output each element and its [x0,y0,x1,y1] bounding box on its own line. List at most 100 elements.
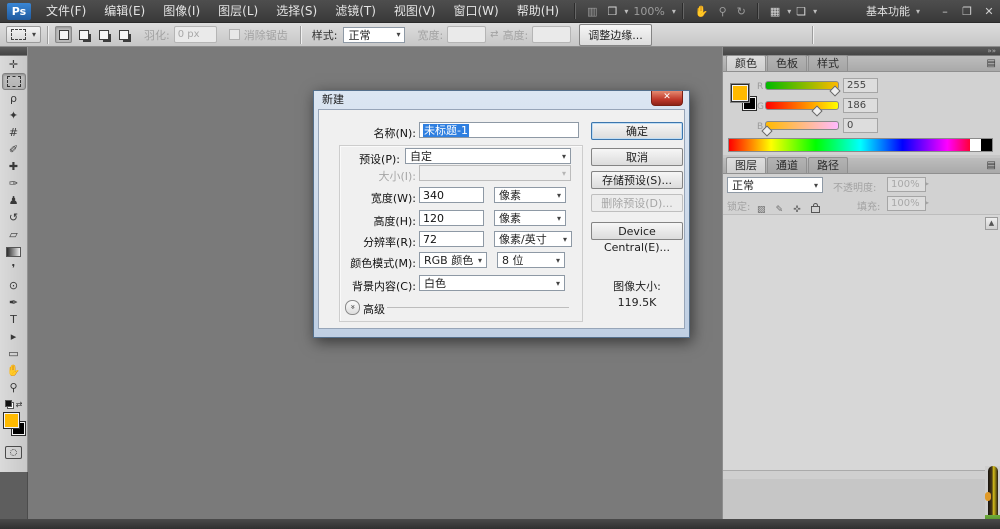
lasso-tool[interactable]: ρ [2,90,26,107]
dialog-close-button[interactable]: ✕ [651,91,683,106]
name-input[interactable]: 未标题-1 [419,122,579,138]
green-value-input[interactable]: 186 [843,98,878,113]
quick-selection-tool[interactable]: ✦ [2,107,26,124]
spectrum-white-swatch[interactable] [970,139,981,151]
type-tool[interactable]: T [2,311,26,328]
zoom-tool[interactable]: ⚲ [2,379,26,396]
advanced-toggle-button[interactable]: » [345,300,360,315]
default-colors-icon[interactable] [5,400,14,409]
tab-channels[interactable]: 通道 [767,157,807,173]
menu-select[interactable]: 选择(S) [267,0,326,23]
rotate-view-icon[interactable]: ↻ [732,5,751,18]
color-spectrum-ramp[interactable] [728,138,993,152]
hand-tool[interactable]: ✋ [2,362,26,379]
background-contents-dropdown[interactable]: 白色 [419,275,565,291]
blur-tool[interactable]: ❜ [2,260,26,277]
lock-all-icon[interactable] [811,206,820,213]
tab-swatches[interactable]: 色板 [767,55,807,71]
clone-stamp-tool[interactable]: ♟ [2,192,26,209]
fill-input[interactable]: 100% [887,196,926,211]
menu-file[interactable]: 文件(F) [37,0,95,23]
menu-view[interactable]: 视图(V) [385,0,445,23]
anti-alias-checkbox[interactable] [229,29,240,40]
crop-tool[interactable]: # [2,124,26,141]
size-dropdown[interactable] [419,165,571,181]
height-unit-dropdown[interactable]: 像素 [494,210,566,226]
menu-image[interactable]: 图像(I) [154,0,209,23]
blue-slider-track[interactable] [765,121,839,130]
fill-arrow-icon[interactable]: ▸ [925,198,929,207]
cancel-button[interactable]: 取消 [591,148,683,166]
tool-preset-picker[interactable]: ▾ [6,26,41,43]
height-input[interactable] [532,26,571,43]
menu-help[interactable]: 帮助(H) [508,0,568,23]
height-input[interactable]: 120 [419,210,484,226]
minimize-button[interactable]: – [934,0,956,23]
blue-value-input[interactable]: 0 [843,118,878,133]
photoshop-logo-icon[interactable]: Ps [7,3,31,20]
resolution-unit-dropdown[interactable]: 像素/英寸 [494,231,572,247]
bit-depth-dropdown[interactable]: 8 位 [497,252,565,268]
blend-mode-dropdown[interactable]: 正常 [727,177,823,193]
tab-paths[interactable]: 路径 [808,157,848,173]
arrange-documents-icon[interactable]: ▦ [765,5,785,18]
tab-color[interactable]: 颜色 [726,55,766,71]
screen-mode-icon[interactable]: ❏ [791,5,811,18]
close-button[interactable]: ✕ [978,0,1000,23]
add-to-selection-mode-button[interactable] [75,26,92,43]
green-slider-track[interactable] [765,101,839,110]
path-selection-tool[interactable]: ▸ [2,328,26,345]
red-value-input[interactable]: 255 [843,78,878,93]
spot-healing-brush-tool[interactable]: ✚ [2,158,26,175]
quick-mask-button[interactable] [5,446,22,459]
panel-foreground-color-swatch[interactable] [731,84,749,102]
eyedropper-tool[interactable]: ✐ [2,141,26,158]
workspace-switcher[interactable]: 基本功能 ▾ [866,3,920,19]
launch-bridge-icon[interactable]: ▥ [582,5,602,18]
gradient-tool[interactable] [2,243,26,260]
refine-edge-button[interactable]: 调整边缘... [579,24,652,46]
eraser-tool[interactable]: ▱ [2,226,26,243]
intersect-selection-mode-button[interactable] [115,26,132,43]
spectrum-black-swatch[interactable] [981,139,992,151]
rectangular-marquee-tool[interactable] [2,73,26,90]
move-tool[interactable]: ✛ [2,56,26,73]
layers-list[interactable]: ▲ [723,214,1000,470]
style-dropdown[interactable]: 正常 [343,27,405,43]
red-slider-track[interactable] [765,81,839,90]
panel-menu-icon[interactable]: ▤ [987,58,996,69]
opacity-arrow-icon[interactable]: ▸ [925,179,929,188]
new-selection-mode-button[interactable] [55,26,72,43]
color-mode-dropdown[interactable]: RGB 颜色 [419,252,487,268]
dodge-tool[interactable]: ⊙ [2,277,26,294]
delete-preset-button[interactable]: 删除预设(D)... [591,194,683,212]
width-input[interactable] [447,26,486,43]
history-brush-tool[interactable]: ↺ [2,209,26,226]
menu-edit[interactable]: 编辑(E) [95,0,154,23]
restore-button[interactable]: ❐ [956,0,978,23]
scroll-up-icon[interactable]: ▲ [985,217,998,230]
switch-colors-icon[interactable]: ⇄ [16,400,23,409]
view-extras-icon[interactable]: ❒ [603,5,623,18]
zoom-level-dropdown[interactable]: 100% [628,5,669,18]
swap-dimensions-icon[interactable]: ⇄ [490,29,498,40]
preset-dropdown[interactable]: 自定 [405,148,571,164]
zoom-tool-icon[interactable]: ⚲ [714,5,732,18]
tab-layers[interactable]: 图层 [726,157,766,173]
menu-layer[interactable]: 图层(L) [209,0,267,23]
opacity-input[interactable]: 100% [887,177,926,192]
feather-input[interactable]: 0 px [174,26,217,43]
hand-tool-icon[interactable]: ✋ [690,5,714,18]
pen-tool[interactable]: ✒ [2,294,26,311]
width-input[interactable]: 340 [419,187,484,203]
menu-window[interactable]: 窗口(W) [444,0,507,23]
resolution-input[interactable]: 72 [419,231,484,247]
foreground-color-swatch[interactable] [3,412,20,429]
width-unit-dropdown[interactable]: 像素 [494,187,566,203]
save-preset-button[interactable]: 存储预设(S)... [591,171,683,189]
brush-tool[interactable]: ✑ [2,175,26,192]
panel-menu-icon[interactable]: ▤ [987,160,996,171]
dialog-title-bar[interactable]: 新建 ✕ [318,91,685,109]
menu-filter[interactable]: 滤镜(T) [326,0,385,23]
subtract-from-selection-mode-button[interactable] [95,26,112,43]
